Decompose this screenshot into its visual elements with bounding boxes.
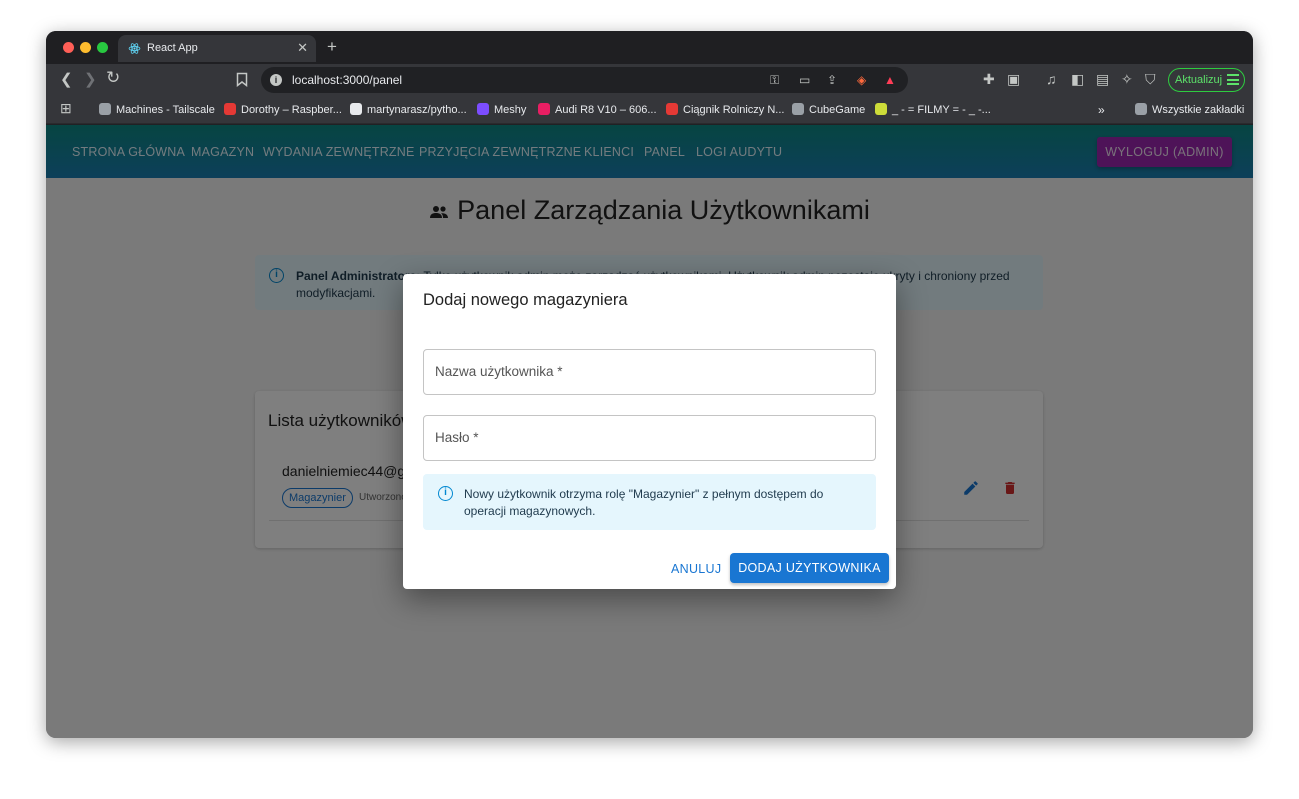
- update-label: Aktualizuj: [1175, 74, 1223, 86]
- dialog-title: Dodaj nowego magazyniera: [423, 291, 628, 309]
- folder-icon: [792, 103, 804, 115]
- screenshot-icon[interactable]: ▣: [1007, 71, 1020, 88]
- forward-icon[interactable]: ❯: [84, 71, 97, 88]
- extensions-icon[interactable]: ✚: [983, 71, 995, 88]
- brave-rewards-icon[interactable]: ▲: [884, 73, 896, 87]
- tab-strip: React App ✕ +: [46, 31, 1253, 64]
- bookmark-item[interactable]: _ - = FILMY = - _ -...: [875, 103, 991, 116]
- menu-icon: [1227, 74, 1239, 85]
- vpn-icon[interactable]: ⛉: [1145, 71, 1156, 88]
- tab-title: React App: [147, 42, 198, 54]
- folder-icon: [1135, 103, 1147, 115]
- github-icon: [350, 103, 362, 115]
- bookmark-item[interactable]: martynarasz/pytho...: [350, 103, 467, 116]
- tractor-icon: [666, 103, 678, 115]
- raspberry-icon: [224, 103, 236, 115]
- sidebar-icon[interactable]: ◧: [1071, 71, 1084, 88]
- bookmark-icon[interactable]: [236, 72, 248, 87]
- web-page: STRONA GŁÓWNA MAGAZYN WYDANIA ZEWNĘTRZNE…: [46, 125, 1253, 738]
- music-icon[interactable]: ♫: [1046, 71, 1057, 88]
- site-info-icon[interactable]: i: [270, 74, 282, 86]
- cast-icon[interactable]: ▭: [799, 73, 810, 87]
- bookmark-item[interactable]: Dorothy – Raspber...: [224, 103, 342, 116]
- browser-toolbar: ❮ ❯ ↻ i localhost:3000/panel ⚿ ▭ ⇪ ◈ ▲ ✚…: [46, 64, 1253, 96]
- react-icon: [128, 43, 141, 54]
- add-user-dialog: Dodaj nowego magazyniera Nazwa użytkowni…: [403, 274, 896, 589]
- meshy-icon: [477, 103, 489, 115]
- bookmark-item[interactable]: CubeGame: [792, 103, 865, 116]
- update-button[interactable]: Aktualizuj: [1168, 68, 1245, 92]
- reload-icon[interactable]: ↻: [106, 69, 120, 86]
- tailscale-icon: [99, 103, 111, 115]
- share-icon[interactable]: ⇪: [827, 73, 837, 87]
- username-input[interactable]: [424, 350, 875, 394]
- cancel-button[interactable]: ANULUJ: [665, 554, 727, 584]
- browser-tab[interactable]: React App ✕: [118, 35, 316, 62]
- bookmarks-bar: ⊞ Machines - Tailscale Dorothy – Raspber…: [46, 96, 1253, 124]
- bookmark-item[interactable]: Meshy: [477, 103, 526, 116]
- brave-shield-icon[interactable]: ◈: [857, 73, 866, 87]
- more-bookmarks-icon[interactable]: »: [1098, 103, 1105, 117]
- new-tab-button[interactable]: +: [327, 37, 337, 57]
- bookmark-item[interactable]: Audi R8 V10 – 606...: [538, 103, 657, 116]
- bookmark-item[interactable]: Ciągnik Rolniczy N...: [666, 103, 784, 116]
- minimize-window-button[interactable]: [80, 42, 91, 53]
- maximize-window-button[interactable]: [97, 42, 108, 53]
- password-input[interactable]: [424, 416, 875, 460]
- key-icon[interactable]: ⚿: [770, 73, 779, 88]
- leo-ai-icon[interactable]: ✧: [1121, 71, 1133, 88]
- role-info-text: Nowy użytkownik otrzyma rolę "Magazynier…: [464, 487, 824, 518]
- address-bar[interactable]: i localhost:3000/panel ⚿ ▭ ⇪ ◈ ▲: [261, 67, 908, 93]
- close-tab-icon[interactable]: ✕: [297, 40, 308, 56]
- role-info-alert: i Nowy użytkownik otrzyma rolę "Magazyni…: [423, 474, 876, 530]
- back-icon[interactable]: ❮: [60, 71, 73, 88]
- bookmark-item[interactable]: Machines - Tailscale: [99, 103, 215, 116]
- all-bookmarks[interactable]: Wszystkie zakładki: [1135, 103, 1244, 116]
- password-field[interactable]: Hasło *: [423, 415, 876, 461]
- close-window-button[interactable]: [63, 42, 74, 53]
- films-icon: [875, 103, 887, 115]
- url-text: localhost:3000/panel: [292, 73, 403, 87]
- apps-grid-icon[interactable]: ⊞: [60, 100, 72, 117]
- username-field[interactable]: Nazwa użytkownika *: [423, 349, 876, 395]
- car-icon: [538, 103, 550, 115]
- info-icon: i: [438, 486, 453, 501]
- wallet-icon[interactable]: ▤: [1096, 71, 1109, 88]
- add-user-button[interactable]: DODAJ UŻYTKOWNIKA: [730, 553, 889, 583]
- browser-window: React App ✕ + ❮ ❯ ↻ i localhost:3000/pan…: [46, 31, 1253, 738]
